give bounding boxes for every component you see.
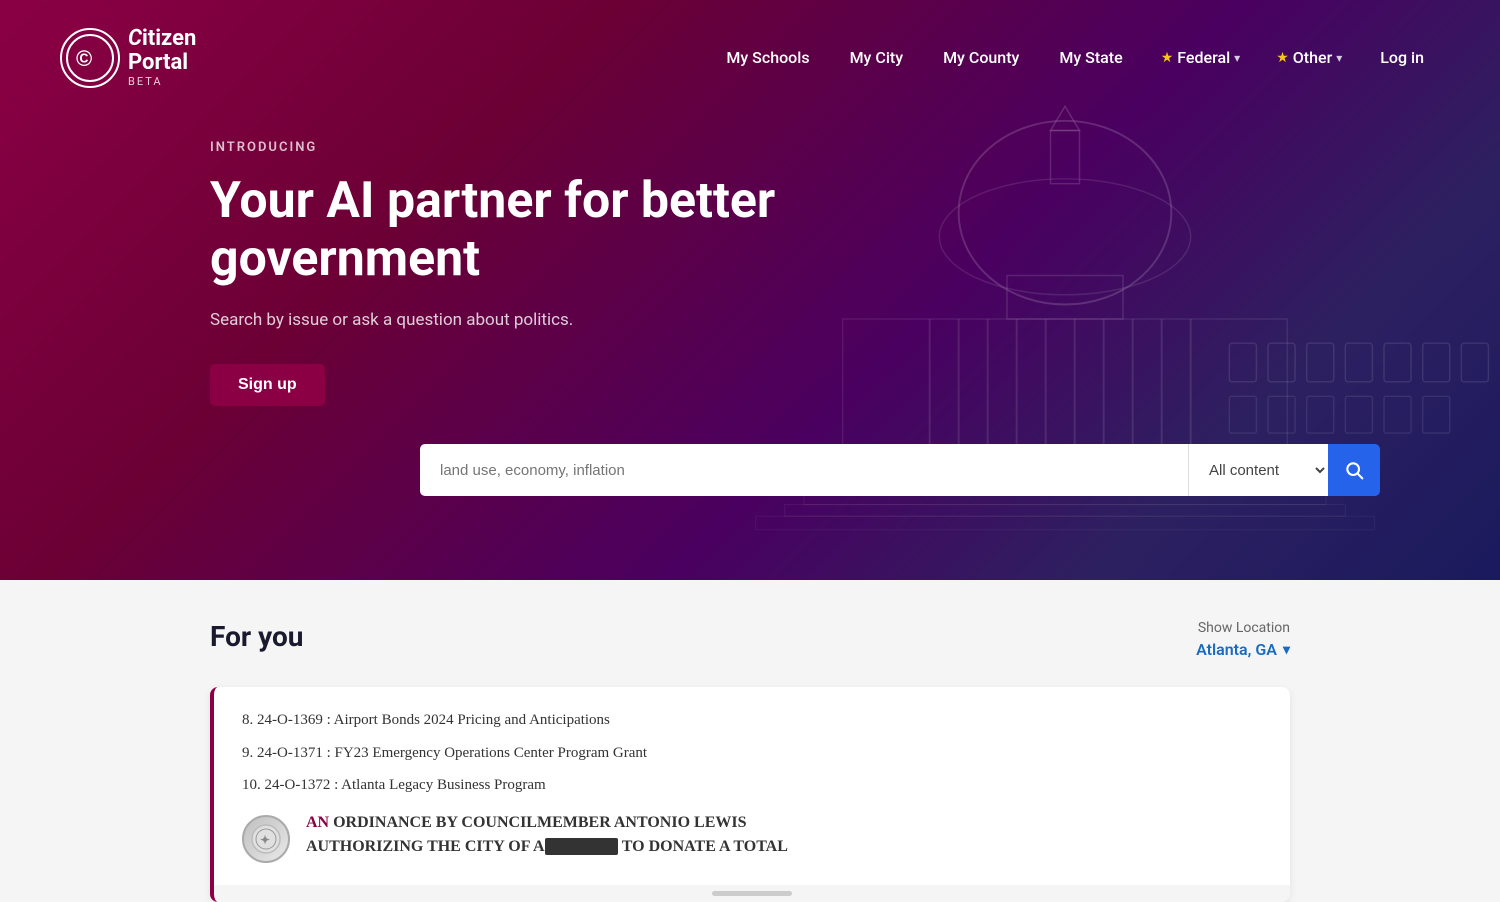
doc-line-8: 8. 24-O-1369 : Airport Bonds 2024 Pricin…: [242, 709, 1262, 732]
main-nav: My Schools My City My County My State ★ …: [710, 40, 1440, 75]
doc-line-10: 10. 24-O-1372 : Atlanta Legacy Business …: [242, 774, 1262, 797]
federal-chevron-icon: ▾: [1234, 51, 1240, 65]
hero-subtitle: Search by issue or ask a question about …: [210, 310, 1500, 330]
seal-svg: ✦: [250, 823, 282, 855]
show-location-label: Show Location: [1196, 620, 1290, 636]
doc-seal-icon: ✦: [242, 815, 290, 863]
search-input[interactable]: [420, 444, 1188, 496]
svg-text:©: ©: [76, 46, 92, 71]
doc-ordinance-rest: ORDINANCE BY COUNCILMEMBER ANTONIO LEWIS: [333, 814, 746, 831]
other-star-icon: ★: [1276, 50, 1289, 66]
nav-other-dropdown[interactable]: ★ Other ▾: [1262, 40, 1356, 75]
logo-name: CitizenPortal: [128, 27, 196, 75]
doc-an-highlight: AN: [306, 814, 329, 831]
header: © CitizenPortal BETA My Schools My City …: [0, 0, 1500, 115]
for-you-title: For you: [210, 620, 303, 653]
doc-ordinance-block: ✦ AN ORDINANCE BY COUNCILMEMBER ANTONIO …: [242, 811, 1262, 863]
hero-section: © CitizenPortal BETA My Schools My City …: [0, 0, 1500, 580]
other-chevron-icon: ▾: [1336, 51, 1342, 65]
signup-button[interactable]: Sign up: [210, 364, 325, 406]
doc-line-9: 9. 24-O-1371 : FY23 Emergency Operations…: [242, 742, 1262, 765]
nav-login[interactable]: Log in: [1364, 40, 1440, 75]
logo[interactable]: © CitizenPortal BETA: [60, 27, 196, 88]
search-icon: [1344, 460, 1364, 480]
logo-circle: ©: [60, 28, 120, 88]
content-filter-select[interactable]: All content Bills Meetings Officials Vot…: [1188, 444, 1328, 496]
location-selector[interactable]: Show Location Atlanta, GA ▾: [1196, 620, 1290, 659]
doc-ordinance-title: AN ORDINANCE BY COUNCILMEMBER ANTONIO LE…: [306, 811, 788, 835]
doc-ordinance-text-block: AN ORDINANCE BY COUNCILMEMBER ANTONIO LE…: [306, 811, 788, 859]
hero-introducing-label: INTRODUCING: [210, 140, 1500, 155]
svg-text:✦: ✦: [260, 833, 270, 847]
lower-header: For you Show Location Atlanta, GA ▾: [210, 620, 1290, 659]
hero-title: Your AI partner for better government: [210, 173, 910, 288]
logo-text-area: CitizenPortal BETA: [128, 27, 196, 88]
truncated-bar: [712, 891, 792, 896]
location-value-dropdown[interactable]: Atlanta, GA ▾: [1196, 640, 1290, 659]
location-chevron-icon: ▾: [1283, 642, 1290, 658]
nav-federal-label: Federal: [1177, 48, 1230, 67]
doc-truncated-indicator: [214, 885, 1290, 902]
nav-my-county[interactable]: My County: [927, 40, 1035, 75]
search-bar: All content Bills Meetings Officials Vot…: [420, 444, 1380, 496]
location-city-state: Atlanta, GA: [1196, 640, 1277, 659]
nav-my-city[interactable]: My City: [834, 40, 920, 75]
nav-other-label: Other: [1293, 48, 1332, 67]
federal-star-icon: ★: [1161, 50, 1174, 66]
doc-ordinance-body: AUTHORIZING THE CITY OF ATLANTA TO DONAT…: [306, 835, 788, 859]
lower-section: For you Show Location Atlanta, GA ▾ 8. 2…: [0, 580, 1500, 902]
nav-federal-dropdown[interactable]: ★ Federal ▾: [1147, 40, 1254, 75]
nav-my-state[interactable]: My State: [1043, 40, 1138, 75]
logo-beta: BETA: [128, 75, 196, 88]
search-button[interactable]: [1328, 444, 1380, 496]
nav-my-schools[interactable]: My Schools: [710, 40, 825, 75]
doc-preview-card: 8. 24-O-1369 : Airport Bonds 2024 Pricin…: [210, 687, 1290, 902]
doc-content-area: 8. 24-O-1369 : Airport Bonds 2024 Pricin…: [214, 687, 1290, 885]
